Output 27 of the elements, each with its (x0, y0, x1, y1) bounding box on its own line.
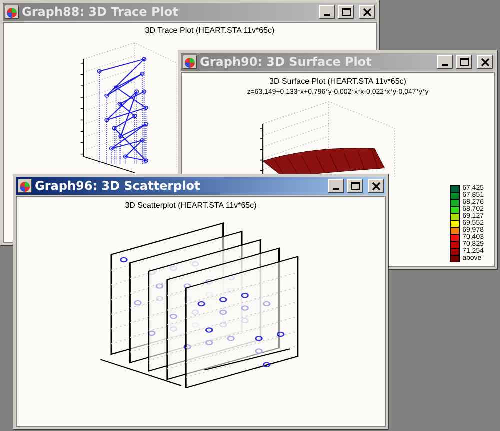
close-icon (360, 6, 374, 18)
minimize-icon (324, 14, 330, 16)
minimize-button[interactable] (328, 179, 344, 193)
maximize-icon (348, 180, 362, 192)
app-icon (18, 179, 32, 193)
minimize-button[interactable] (437, 55, 453, 69)
chart-title: 3D Scatterplot (HEART.STA 11v*65c) (125, 200, 257, 212)
window-title: Graph90: 3D Surface Plot (200, 54, 372, 71)
window-title: Graph88: 3D Trace Plot (22, 4, 178, 21)
maximize-button[interactable] (347, 179, 363, 193)
maximize-icon (340, 6, 352, 18)
maximize-button[interactable] (338, 5, 354, 19)
chart-title: 3D Surface Plot (HEART.STA 11v*65c) (270, 76, 406, 88)
minimize-icon (442, 64, 448, 66)
close-icon (478, 56, 492, 68)
app-icon (183, 55, 197, 69)
close-button[interactable] (368, 179, 384, 193)
close-icon (370, 180, 382, 192)
close-button[interactable] (359, 5, 375, 19)
close-button[interactable] (477, 55, 493, 69)
chart-title: 3D Trace Plot (HEART.STA 11v*65c) (145, 25, 275, 37)
minimize-icon (333, 188, 339, 190)
minimize-button[interactable] (319, 5, 335, 19)
app-icon (5, 5, 19, 19)
maximize-icon (458, 56, 470, 68)
window-title: Graph96: 3D Scatterplot (35, 178, 200, 195)
maximize-button[interactable] (456, 55, 472, 69)
